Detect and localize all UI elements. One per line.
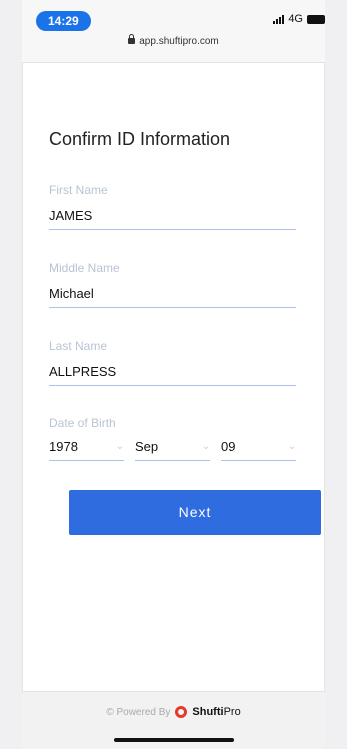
brand-name: ShuftiPro: [192, 706, 241, 718]
lock-icon: [128, 34, 136, 45]
dob-day-value: 09: [221, 439, 236, 454]
url-bar[interactable]: app.shuftipro.com: [22, 34, 325, 47]
first-name-input[interactable]: JAMES: [49, 208, 296, 230]
screen-edge-left: [0, 0, 23, 749]
screen-edge-right: [324, 0, 347, 749]
middle-name-field[interactable]: Middle Name Michael: [49, 261, 296, 308]
url-text: app.shuftipro.com: [139, 36, 219, 47]
browser-header: 14:29 4G app.shuftipro.com: [22, 0, 325, 63]
last-name-input[interactable]: ALLPRESS: [49, 364, 296, 386]
home-indicator[interactable]: [113, 738, 234, 742]
middle-name-label: Middle Name: [49, 261, 120, 275]
brand-logo-icon: [175, 706, 188, 718]
footer: © Powered By ShuftiPro: [22, 691, 325, 749]
dob-month-value: Sep: [135, 439, 159, 454]
middle-name-input[interactable]: Michael: [49, 286, 296, 308]
first-name-label: First Name: [49, 183, 108, 197]
dob-year-select[interactable]: 1978 ⌄: [49, 439, 124, 461]
chevron-down-icon: ⌄: [287, 441, 296, 452]
battery-icon: [307, 14, 325, 24]
network-type: 4G: [288, 13, 303, 25]
status-time: 14:29: [36, 11, 91, 31]
chevron-down-icon: ⌄: [201, 441, 210, 452]
first-name-field[interactable]: First Name JAMES: [49, 183, 296, 230]
next-button[interactable]: Next: [69, 490, 321, 535]
signal-icon: [273, 14, 285, 24]
dob-label: Date of Birth: [49, 416, 116, 430]
status-indicators: 4G: [273, 13, 325, 25]
page-title: Confirm ID Information: [49, 129, 231, 149]
last-name-label: Last Name: [49, 339, 108, 353]
dob-day-select[interactable]: 09 ⌄: [221, 439, 296, 461]
chevron-down-icon: ⌄: [115, 441, 124, 452]
dob-year-value: 1978: [49, 439, 78, 454]
powered-by: © Powered By ShuftiPro: [22, 706, 325, 718]
powered-by-text: © Powered By: [106, 706, 171, 718]
last-name-field[interactable]: Last Name ALLPRESS: [49, 339, 296, 386]
dob-field: Date of Birth 1978 ⌄ Sep ⌄ 09 ⌄: [49, 416, 296, 461]
dob-month-select[interactable]: Sep ⌄: [135, 439, 210, 461]
dob-selects: 1978 ⌄ Sep ⌄ 09 ⌄: [49, 439, 296, 461]
